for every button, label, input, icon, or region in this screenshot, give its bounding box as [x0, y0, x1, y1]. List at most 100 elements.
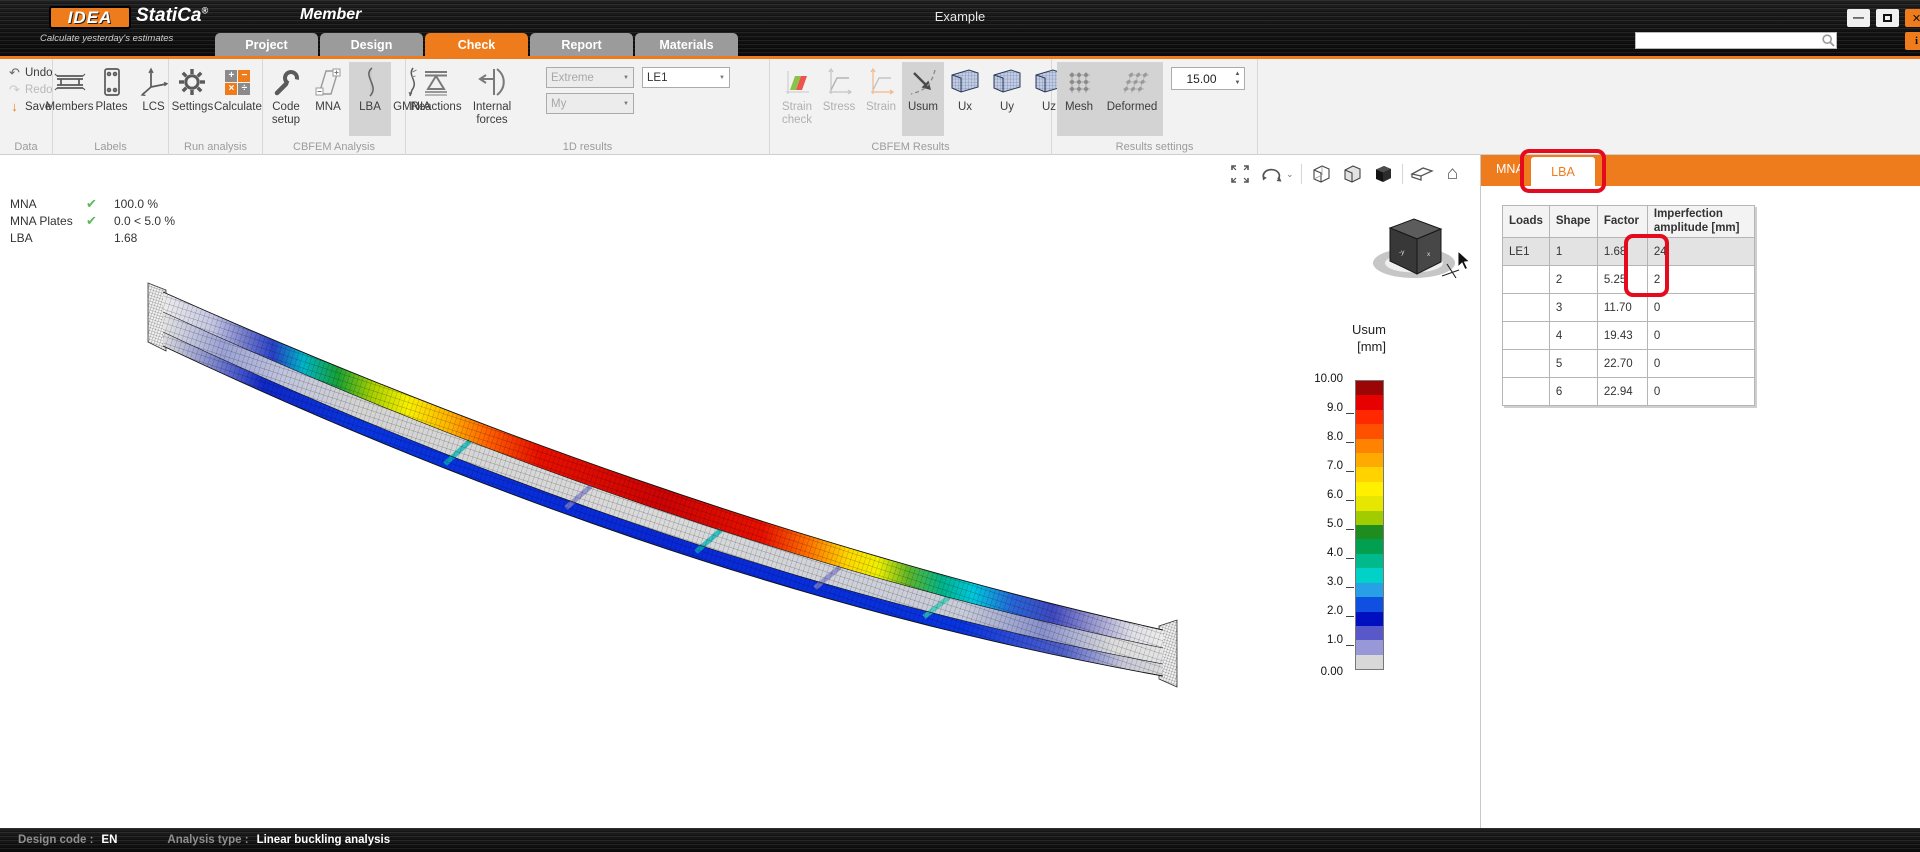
- document-title: Example: [0, 9, 1920, 24]
- close-button[interactable]: ✕: [1905, 9, 1920, 27]
- group-label-labels: Labels: [53, 141, 168, 153]
- panel-tab-mna[interactable]: MNA: [1496, 162, 1524, 176]
- table-row[interactable]: 522.700: [1503, 350, 1755, 378]
- dropdown-arrow-icon: ▼: [623, 75, 629, 81]
- imperfection-cell[interactable]: 0: [1647, 350, 1754, 378]
- undo-button[interactable]: ↶Undo: [2, 64, 53, 81]
- legend-tick: 5.0: [1327, 518, 1343, 530]
- search-icon: [1821, 33, 1836, 48]
- legend-tick: 1.0: [1327, 634, 1343, 646]
- search-input[interactable]: [1636, 35, 1821, 47]
- usum-button[interactable]: Usum: [902, 62, 944, 136]
- dropdown-arrow-icon: ▼: [623, 101, 629, 107]
- table-row[interactable]: 622.940: [1503, 378, 1755, 406]
- legend-band: [1356, 597, 1383, 611]
- group-label-data: Data: [0, 141, 52, 153]
- reactions-button[interactable]: Reactions: [408, 62, 464, 136]
- legend-band: [1356, 439, 1383, 453]
- legend-band: [1356, 554, 1383, 568]
- deformed-button[interactable]: Deformed: [1101, 62, 1163, 136]
- extreme-dropdown[interactable]: Extreme▼: [546, 67, 634, 88]
- mesh-icon: [1064, 64, 1094, 100]
- tab-materials[interactable]: Materials: [635, 33, 738, 56]
- code-setup-button[interactable]: Code setup: [265, 62, 307, 136]
- table-row[interactable]: 419.430: [1503, 322, 1755, 350]
- minimize-icon: —: [1853, 12, 1864, 24]
- col-factor: Factor: [1597, 206, 1647, 238]
- results-panel: MNA LBA Loads Shape Factor Imperfection …: [1481, 155, 1920, 828]
- ux-button[interactable]: Ux: [944, 62, 986, 136]
- maximize-button[interactable]: [1876, 9, 1899, 27]
- internal-forces-button[interactable]: Internal forces: [464, 62, 520, 136]
- panel-tab-lba[interactable]: LBA: [1531, 157, 1595, 186]
- imperfection-cell[interactable]: 2: [1647, 266, 1754, 294]
- mna-button[interactable]: MNA: [307, 62, 349, 136]
- ribbon-group-results-settings: Mesh Deformed 15.00 ▲▼ Results settings: [1052, 59, 1258, 155]
- group-label-cbfem-results: CBFEM Results: [770, 141, 1051, 153]
- table-row[interactable]: 311.700: [1503, 294, 1755, 322]
- tab-project[interactable]: Project: [215, 33, 318, 56]
- fem-model-3d-view[interactable]: -y x: [0, 155, 1481, 828]
- legend-band: [1356, 640, 1383, 654]
- ribbon-spacer: [1258, 59, 1920, 155]
- lba-button[interactable]: LBA: [349, 62, 391, 136]
- tab-design[interactable]: Design: [320, 33, 423, 56]
- info-icon: i: [1915, 35, 1918, 47]
- settings-button[interactable]: Settings: [171, 62, 214, 136]
- analysis-type-value: Linear buckling analysis: [257, 834, 391, 846]
- search-box[interactable]: [1635, 32, 1837, 49]
- table-row[interactable]: LE111.6824: [1503, 238, 1755, 266]
- deformed-scale-stepper[interactable]: 15.00 ▲▼: [1171, 67, 1245, 90]
- strain-icon: [867, 64, 895, 100]
- internal-forces-icon: [476, 64, 508, 100]
- mna-icon: [314, 64, 342, 100]
- model-viewport[interactable]: MNA ✔ 100.0 % MNA Plates ✔ 0.0 < 5.0 % L…: [0, 155, 1481, 828]
- usum-icon: [908, 64, 938, 100]
- strain-button[interactable]: Strain: [860, 62, 902, 136]
- settings-gear-icon: [176, 64, 208, 100]
- members-button[interactable]: Members: [49, 62, 91, 136]
- tab-report[interactable]: Report: [530, 33, 633, 56]
- legend-band: [1356, 583, 1383, 597]
- spin-down-icon[interactable]: ▼: [1235, 79, 1241, 87]
- mesh-button[interactable]: Mesh: [1057, 62, 1101, 136]
- ribbon-group-run: Settings +−×÷ Calculate Run analysis: [169, 59, 263, 155]
- tab-check[interactable]: Check: [425, 33, 528, 56]
- strain-check-icon: [782, 64, 812, 100]
- lcs-icon: [138, 64, 170, 100]
- legend-band: [1356, 539, 1383, 553]
- deformed-scale-value: 15.00: [1172, 68, 1231, 89]
- imperfection-cell[interactable]: 24: [1647, 238, 1754, 266]
- minimize-button[interactable]: —: [1847, 9, 1870, 27]
- my-dropdown[interactable]: My▼: [546, 93, 634, 114]
- legend-tick: 7.0: [1327, 460, 1343, 472]
- spin-up-icon[interactable]: ▲: [1235, 70, 1241, 78]
- strain-check-button[interactable]: Strain check: [776, 62, 818, 136]
- legend-band: [1356, 655, 1383, 669]
- imperfection-cell[interactable]: 0: [1647, 378, 1754, 406]
- plates-button[interactable]: Plates: [91, 62, 133, 136]
- legend-tick: 3.0: [1327, 576, 1343, 588]
- legend-title: Usum: [1300, 322, 1388, 339]
- stress-icon: [825, 64, 853, 100]
- legend-ticks: 10.00 0.00 9.08.07.06.05.04.03.02.01.0: [1300, 380, 1355, 670]
- legend-color-bar: [1355, 380, 1384, 670]
- uy-button[interactable]: Uy: [986, 62, 1028, 136]
- legend-band: [1356, 525, 1383, 539]
- ux-mesh-icon: [949, 64, 981, 100]
- imperfection-cell[interactable]: 0: [1647, 294, 1754, 322]
- table-row[interactable]: 25.252: [1503, 266, 1755, 294]
- navigation-cube[interactable]: -y x: [1373, 219, 1459, 278]
- redo-button[interactable]: ↷Redo: [2, 81, 53, 98]
- imperfection-cell[interactable]: 0: [1647, 322, 1754, 350]
- redo-icon: ↷: [8, 82, 21, 98]
- load-case-dropdown[interactable]: LE1▼: [642, 67, 730, 88]
- legend-band: [1356, 453, 1383, 467]
- group-label-cbfem-analysis: CBFEM Analysis: [263, 141, 405, 153]
- legend-band: [1356, 511, 1383, 525]
- calculate-button[interactable]: +−×÷ Calculate: [214, 62, 262, 136]
- idea-statica-window: IDEA StatiCa® Member Calculate yesterday…: [0, 0, 1920, 852]
- legend-band: [1356, 626, 1383, 640]
- stress-button[interactable]: Stress: [818, 62, 860, 136]
- info-button[interactable]: i: [1905, 32, 1920, 50]
